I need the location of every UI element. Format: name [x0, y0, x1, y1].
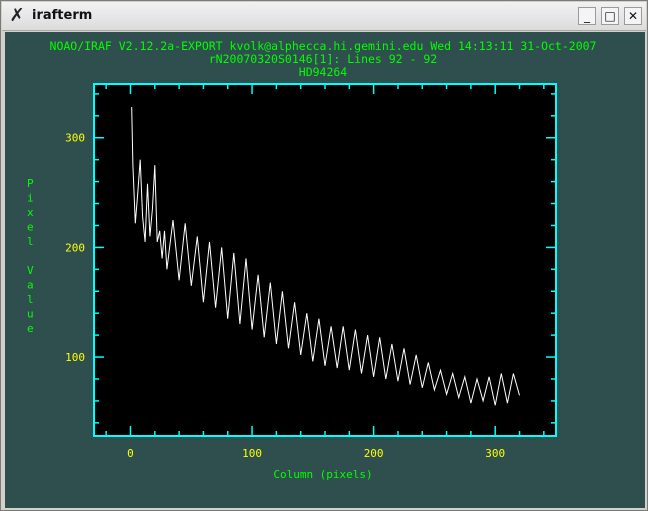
- close-button[interactable]: ✕: [624, 7, 642, 25]
- header-line-1: NOAO/IRAF V2.12.2a-EXPORT kvolk@alphecca…: [50, 39, 597, 53]
- plot-canvas: NOAO/IRAF V2.12.2a-EXPORT kvolk@alphecca…: [27, 39, 597, 481]
- chart-title: HD94264: [299, 65, 348, 79]
- x-logo-icon: ✗: [9, 5, 25, 26]
- window-title: irafterm: [32, 8, 93, 23]
- y-tick-label: 300: [65, 132, 85, 145]
- y-axis-label: Pixel Value: [27, 177, 34, 335]
- title-bar[interactable]: ✗ irafterm _ □ ✕: [2, 2, 646, 31]
- maximize-button[interactable]: □: [601, 7, 619, 25]
- x-tick-label: 300: [485, 447, 505, 460]
- plot-window: NOAO/IRAF V2.12.2a-EXPORT kvolk@alphecca…: [5, 32, 645, 508]
- y-tick-label: 200: [65, 241, 85, 254]
- y-tick-label: 100: [65, 351, 85, 364]
- x-axis-label: Column (pixels): [273, 468, 372, 481]
- x-tick-label: 0: [127, 447, 134, 460]
- irafterm-window: ✗ irafterm _ □ ✕ NOAO/IRAF V2.12.2a-EXPO…: [0, 0, 648, 511]
- x-tick-label: 100: [242, 447, 262, 460]
- plot-frame: [93, 83, 557, 437]
- header-line-2: rN20070320S0146[1]: Lines 92 - 92: [209, 52, 437, 66]
- minimize-button[interactable]: _: [578, 7, 596, 25]
- x-tick-label: 200: [364, 447, 384, 460]
